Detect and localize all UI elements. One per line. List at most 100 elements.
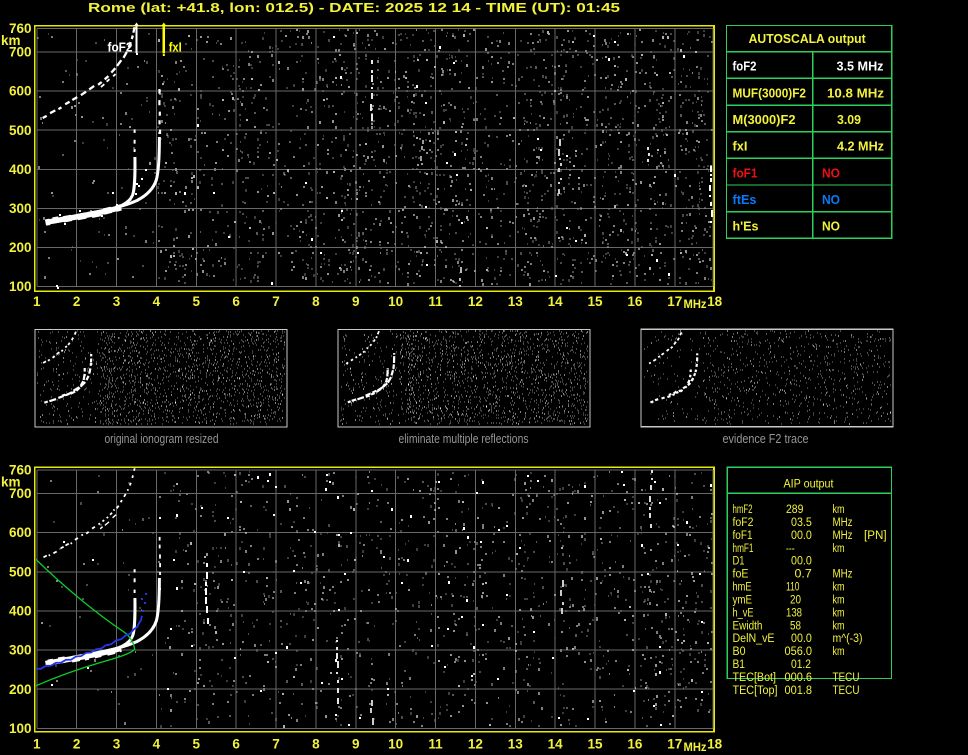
svg-text:000.6: 000.6 xyxy=(785,672,813,684)
svg-text:DelN_vE: DelN_vE xyxy=(733,633,775,645)
svg-text:15: 15 xyxy=(588,737,604,752)
svg-text:7: 7 xyxy=(272,294,280,309)
svg-text:400: 400 xyxy=(9,162,32,177)
svg-text:hmF2: hmF2 xyxy=(733,504,753,516)
svg-text:58: 58 xyxy=(790,620,801,632)
svg-text:14: 14 xyxy=(548,294,564,309)
svg-text:foF1: foF1 xyxy=(733,530,753,542)
svg-text:13: 13 xyxy=(508,294,524,309)
svg-text:289: 289 xyxy=(786,504,803,516)
svg-text:056.0: 056.0 xyxy=(785,646,813,658)
svg-text:fxI: fxI xyxy=(169,40,182,55)
svg-text:1: 1 xyxy=(33,737,41,752)
svg-text:TECU: TECU xyxy=(833,685,860,697)
svg-text:foF2: foF2 xyxy=(108,40,133,55)
svg-text:8: 8 xyxy=(312,737,320,752)
svg-text:D1: D1 xyxy=(733,556,745,568)
svg-text:600: 600 xyxy=(9,84,32,99)
svg-text:B0: B0 xyxy=(733,646,746,658)
svg-text:km: km xyxy=(833,504,845,516)
svg-text:km: km xyxy=(833,582,845,594)
svg-text:00.0: 00.0 xyxy=(791,556,812,568)
svg-text:03.5: 03.5 xyxy=(791,517,812,529)
svg-text:fxI: fxI xyxy=(733,139,748,154)
svg-text:7: 7 xyxy=(272,737,280,752)
svg-text:NO: NO xyxy=(822,219,840,234)
svg-text:TEC[Bot]: TEC[Bot] xyxy=(733,672,777,684)
svg-text:original ionogram resized: original ionogram resized xyxy=(105,431,219,446)
svg-text:MHz: MHz xyxy=(833,569,853,581)
svg-text:12: 12 xyxy=(468,294,483,309)
svg-text:[PN]: [PN] xyxy=(864,530,887,542)
svg-text:00.0: 00.0 xyxy=(791,633,812,645)
svg-text:B1: B1 xyxy=(733,659,746,671)
svg-text:evidence F2 trace: evidence F2 trace xyxy=(723,431,809,446)
svg-text:500: 500 xyxy=(9,564,32,579)
svg-text:MHz: MHz xyxy=(684,299,707,311)
svg-text:300: 300 xyxy=(9,201,32,216)
svg-text:6: 6 xyxy=(232,294,240,309)
svg-text:3: 3 xyxy=(113,737,121,752)
svg-text:eliminate multiple reflections: eliminate multiple reflections xyxy=(399,431,529,446)
svg-text:foF2: foF2 xyxy=(733,517,754,529)
svg-text:h'Es: h'Es xyxy=(733,219,759,234)
svg-text:km: km xyxy=(833,620,845,632)
svg-text:9: 9 xyxy=(352,294,360,309)
svg-text:1: 1 xyxy=(33,294,41,309)
svg-text:500: 500 xyxy=(9,123,32,138)
svg-text:foE: foE xyxy=(733,569,749,581)
svg-text:18: 18 xyxy=(707,294,723,309)
svg-text:MHz: MHz xyxy=(833,517,853,529)
svg-text:15: 15 xyxy=(588,294,604,309)
svg-text:10: 10 xyxy=(388,294,403,309)
svg-text:m^(-3): m^(-3) xyxy=(833,633,863,645)
svg-text:20: 20 xyxy=(790,594,801,606)
svg-text:100: 100 xyxy=(9,279,32,294)
svg-text:4: 4 xyxy=(153,294,161,309)
svg-text:hmE: hmE xyxy=(733,582,752,594)
svg-text:5: 5 xyxy=(193,737,201,752)
svg-text:km: km xyxy=(833,543,845,555)
svg-text:3: 3 xyxy=(113,294,121,309)
svg-text:01.2: 01.2 xyxy=(791,659,811,671)
svg-text:12: 12 xyxy=(468,737,483,752)
svg-text:AUTOSCALA output: AUTOSCALA output xyxy=(749,31,867,46)
svg-text:700: 700 xyxy=(9,45,32,60)
svg-text:10: 10 xyxy=(388,737,403,752)
svg-text:4.2 MHz: 4.2 MHz xyxy=(837,139,884,154)
svg-text:600: 600 xyxy=(9,525,32,540)
svg-text:11: 11 xyxy=(428,737,443,752)
svg-text:M(3000)F2: M(3000)F2 xyxy=(733,112,796,127)
svg-text:200: 200 xyxy=(9,240,32,255)
svg-text:AIP output: AIP output xyxy=(784,479,835,491)
svg-text:18: 18 xyxy=(707,737,723,752)
svg-text:hmF1: hmF1 xyxy=(733,543,754,555)
svg-text:400: 400 xyxy=(9,604,32,619)
svg-text:Rome (lat: +41.8, lon: 012.5): Rome (lat: +41.8, lon: 012.5) - DATE: 20… xyxy=(88,1,620,15)
svg-text:h_vE: h_vE xyxy=(733,607,754,619)
svg-text:00.0: 00.0 xyxy=(791,530,812,542)
svg-text:100: 100 xyxy=(9,721,32,736)
svg-text:700: 700 xyxy=(9,486,32,501)
svg-text:14: 14 xyxy=(548,737,564,752)
svg-text:6: 6 xyxy=(232,737,240,752)
svg-text:10.8 MHz: 10.8 MHz xyxy=(827,85,885,100)
svg-text:TEC[Top]: TEC[Top] xyxy=(733,685,778,697)
svg-text:17: 17 xyxy=(667,737,682,752)
svg-text:foF2: foF2 xyxy=(733,59,757,74)
svg-text:16: 16 xyxy=(627,294,643,309)
svg-text:11: 11 xyxy=(428,294,443,309)
svg-text:MHz: MHz xyxy=(684,742,707,754)
svg-text:NO: NO xyxy=(822,165,840,180)
svg-text:foF1: foF1 xyxy=(733,165,758,180)
svg-text:MHz: MHz xyxy=(833,530,853,542)
svg-text:---: --- xyxy=(786,543,795,555)
svg-text:4: 4 xyxy=(153,737,161,752)
svg-text:km: km xyxy=(833,607,845,619)
svg-text:km: km xyxy=(833,594,845,606)
svg-text:2: 2 xyxy=(73,737,81,752)
svg-text:110: 110 xyxy=(786,582,800,594)
svg-text:8: 8 xyxy=(312,294,320,309)
svg-text:300: 300 xyxy=(9,643,32,658)
svg-text:km: km xyxy=(833,646,845,658)
